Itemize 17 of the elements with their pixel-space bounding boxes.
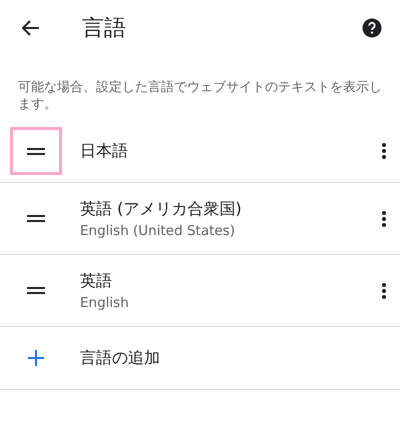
page-title: 言語 bbox=[82, 15, 127, 43]
drag-handle-icon[interactable] bbox=[27, 215, 45, 222]
drag-handle-icon[interactable] bbox=[27, 148, 45, 154]
language-name: 日本語 bbox=[80, 140, 129, 162]
add-language-link[interactable]: 言語の追加 bbox=[80, 348, 160, 368]
more-options-icon[interactable] bbox=[382, 282, 386, 298]
description: 可能な場合、設定した言語でウェブサイトのテキストを表示します。 bbox=[17, 79, 383, 114]
more-options-icon[interactable] bbox=[382, 210, 386, 226]
language-subtitle: English (United States) bbox=[80, 222, 236, 238]
drag-handle-icon[interactable] bbox=[27, 287, 45, 294]
language-name: 英語 bbox=[80, 270, 113, 292]
language-name: 英語 (アメリカ合衆国) bbox=[80, 198, 243, 220]
add-icon[interactable] bbox=[28, 350, 44, 366]
back-arrow-icon[interactable] bbox=[22, 20, 40, 36]
language-subtitle: English bbox=[80, 294, 130, 310]
help-icon[interactable] bbox=[362, 18, 382, 38]
more-options-icon[interactable] bbox=[382, 143, 386, 159]
